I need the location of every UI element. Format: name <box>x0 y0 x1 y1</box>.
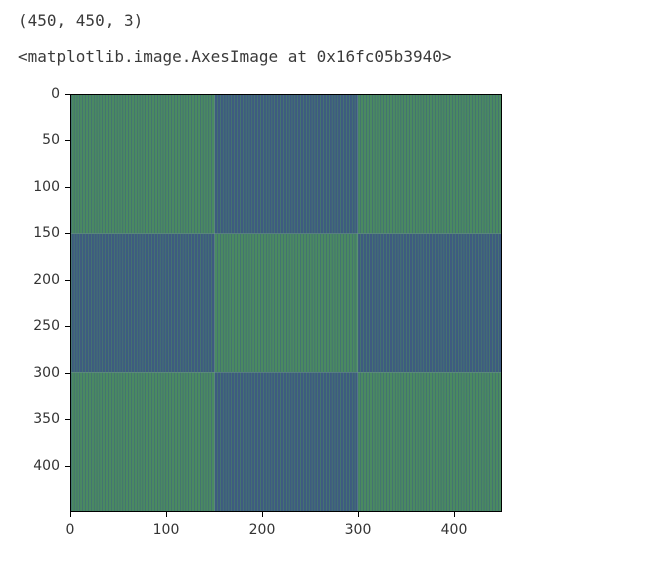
y-tick-mark <box>65 280 70 281</box>
y-tick-label: 200 <box>18 272 60 288</box>
y-tick-mark <box>65 326 70 327</box>
x-tick-mark <box>358 512 359 517</box>
y-tick-label: 50 <box>18 132 60 148</box>
heatmap-image <box>71 95 501 511</box>
y-tick-label: 100 <box>18 179 60 195</box>
y-tick-mark <box>65 419 70 420</box>
output-shape: (450, 450, 3) <box>18 10 653 32</box>
y-tick-label: 150 <box>18 225 60 241</box>
x-tick-mark <box>166 512 167 517</box>
x-tick-label: 400 <box>441 522 468 538</box>
x-tick-mark <box>70 512 71 517</box>
y-tick-label: 300 <box>18 365 60 381</box>
y-tick-mark <box>65 466 70 467</box>
y-tick-label: 400 <box>18 458 60 474</box>
x-tick-label: 0 <box>66 522 75 538</box>
x-tick-label: 200 <box>249 522 276 538</box>
x-tick-mark <box>262 512 263 517</box>
y-tick-label: 350 <box>18 411 60 427</box>
y-tick-label: 0 <box>18 86 60 102</box>
x-tick-mark <box>454 512 455 517</box>
plot-container: 0 50 100 150 200 250 300 350 400 0 100 200 300 400 <box>18 88 566 558</box>
y-tick-mark <box>65 140 70 141</box>
y-tick-mark <box>65 94 70 95</box>
y-tick-mark <box>65 187 70 188</box>
y-tick-mark <box>65 373 70 374</box>
y-tick-mark <box>65 233 70 234</box>
image-axes <box>70 94 502 512</box>
x-tick-label: 300 <box>345 522 372 538</box>
y-tick-label: 250 <box>18 318 60 334</box>
x-tick-label: 100 <box>153 522 180 538</box>
output-repr: <matplotlib.image.AxesImage at 0x16fc05b… <box>18 46 653 68</box>
